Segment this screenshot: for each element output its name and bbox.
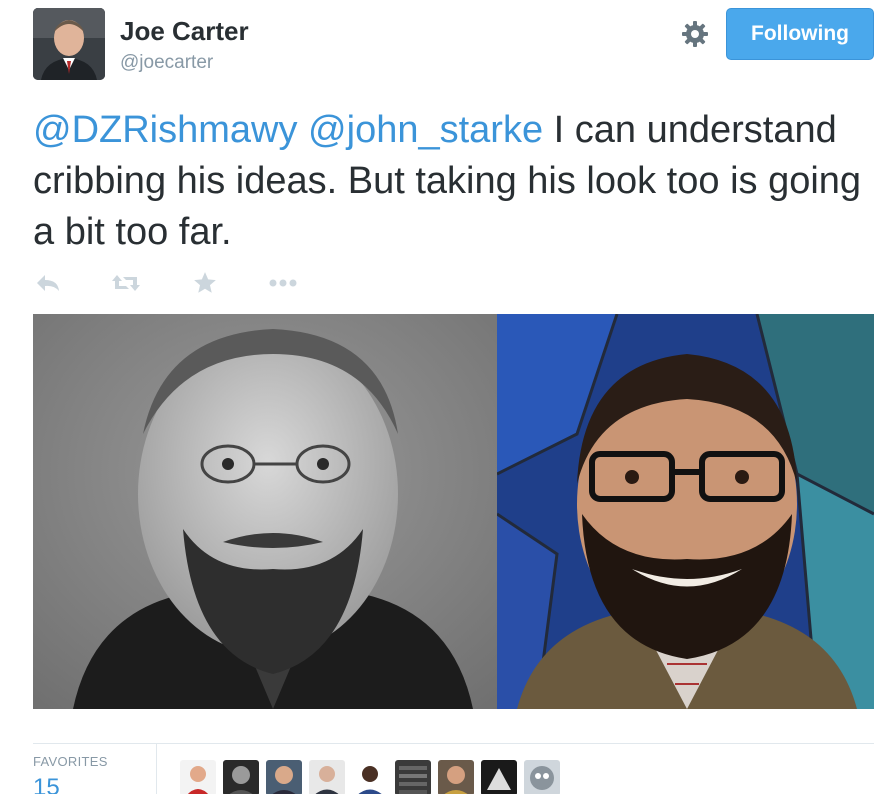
avatar[interactable] <box>33 8 105 80</box>
stats-separator <box>156 744 157 794</box>
following-button[interactable]: Following <box>726 8 874 60</box>
reply-icon[interactable] <box>33 268 63 298</box>
tweet-actions <box>33 268 333 298</box>
tweet-header: Joe Carter @joecarter Following <box>0 0 889 90</box>
retweet-icon[interactable] <box>111 268 141 298</box>
avatar[interactable] <box>266 760 302 794</box>
more-icon[interactable] <box>268 268 298 298</box>
user-handle[interactable]: @joecarter <box>120 52 213 74</box>
avatar[interactable] <box>395 760 431 794</box>
gear-icon[interactable] <box>679 18 711 50</box>
avatar[interactable] <box>524 760 560 794</box>
favorites-count[interactable]: 15 <box>33 774 60 794</box>
avatar[interactable] <box>223 760 259 794</box>
tweet-stats: FAVORITES 15 <box>33 744 874 794</box>
avatar[interactable] <box>180 760 216 794</box>
mention-link[interactable]: @john_starke <box>308 109 543 151</box>
star-icon[interactable] <box>190 268 220 298</box>
avatar[interactable] <box>438 760 474 794</box>
avatar[interactable] <box>481 760 517 794</box>
photo-left-portrait <box>33 314 497 709</box>
mention-link[interactable]: @DZRishmawy <box>33 109 297 151</box>
user-name[interactable]: Joe Carter <box>120 16 249 47</box>
tweet-photo[interactable] <box>33 314 874 709</box>
favorites-label: FAVORITES <box>33 754 108 769</box>
avatar[interactable] <box>309 760 345 794</box>
tweet-text: @DZRishmawy @john_starke I can understan… <box>33 105 883 258</box>
avatar[interactable] <box>352 760 388 794</box>
photo-right-portrait <box>496 314 874 709</box>
